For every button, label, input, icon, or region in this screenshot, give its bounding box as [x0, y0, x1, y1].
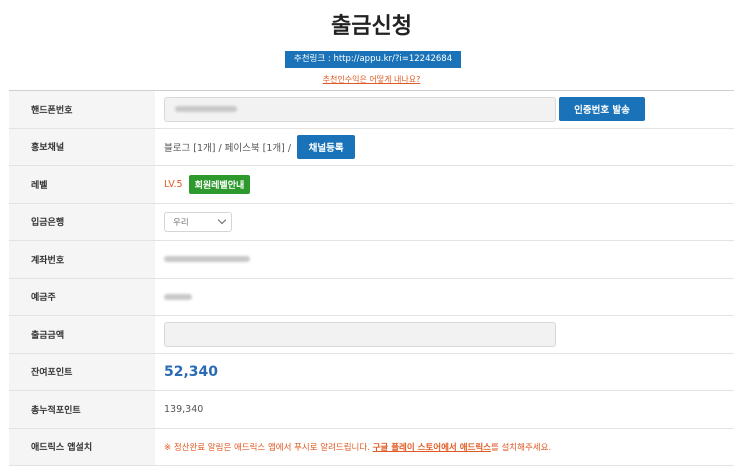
- bank-selected-value: 우리: [173, 217, 189, 228]
- row-balance: 잔여포인트 52,340: [9, 353, 734, 391]
- level-label: 레벨: [9, 166, 155, 203]
- row-amount: 출금금액: [9, 316, 734, 354]
- row-channel: 홍보채널 블로그 [1개] / 페이스북 [1개] / 채널등록: [9, 128, 734, 166]
- row-bank: 입금은행 우리: [9, 203, 734, 241]
- send-verification-button[interactable]: 인증번호 발송: [559, 97, 645, 122]
- row-account: 계좌번호: [9, 241, 734, 279]
- amount-input[interactable]: [164, 321, 556, 347]
- page-title: 출금신청: [331, 14, 412, 39]
- row-phone: 핸드폰번호 인증번호 발송: [9, 91, 734, 129]
- install-label: 애드릭스 앱설치: [9, 428, 155, 465]
- bank-label: 입금은행: [9, 203, 155, 240]
- row-install: 애드릭스 앱설치 ※ 정산완료 알림은 애드릭스 앱에서 푸시로 알려드립니다.…: [9, 428, 734, 466]
- register-channel-button[interactable]: 채널등록: [297, 134, 356, 159]
- install-notice: ※ 정산완료 알림은 애드릭스 앱에서 푸시로 알려드립니다. 구글 플레이 스…: [164, 441, 551, 453]
- install-notice-prefix: ※ 정산완료 알림은 애드릭스 앱에서 푸시로 알려드립니다.: [164, 442, 370, 453]
- total-points: 139,340: [164, 403, 204, 415]
- amount-label: 출금금액: [9, 316, 155, 353]
- balance-points: 52,340: [164, 363, 219, 380]
- holder-label: 예금주: [9, 278, 155, 315]
- phone-label: 핸드폰번호: [9, 91, 155, 128]
- referral-help-link[interactable]: 추천인수익은 어떻게 내나요?: [0, 74, 743, 85]
- balance-label: 잔여포인트: [9, 353, 155, 390]
- channel-value: 블로그 [1개] / 페이스북 [1개] /: [164, 142, 292, 154]
- total-label: 총누적포인트: [9, 391, 155, 428]
- chevron-down-icon: [217, 216, 227, 225]
- level-value: LV.5: [164, 178, 183, 190]
- level-guide-button[interactable]: 회원레벨안내: [188, 174, 251, 194]
- bank-select[interactable]: 우리: [164, 211, 232, 232]
- masked-account-number: [164, 256, 250, 263]
- referral-link-badge[interactable]: 추천링크 : http://appu.kr/?i=12242684: [285, 51, 461, 68]
- play-store-link[interactable]: 구글 플레이 스토어에서 애드릭스: [373, 443, 491, 453]
- channel-label: 홍보채널: [9, 128, 155, 165]
- row-total: 총누적포인트 139,340: [9, 391, 734, 429]
- masked-account-holder: [164, 293, 192, 300]
- withdrawal-form: 핸드폰번호 인증번호 발송 홍보채널 블로그 [1개] / 페이스북 [1개] …: [9, 90, 734, 466]
- row-holder: 예금주: [9, 278, 734, 316]
- phone-input[interactable]: [164, 96, 556, 122]
- install-notice-suffix: 를 설치해주세요.: [490, 442, 552, 453]
- masked-phone: [175, 106, 237, 113]
- account-label: 계좌번호: [9, 241, 155, 278]
- row-level: 레벨 LV.5 회원레벨안내: [9, 166, 734, 204]
